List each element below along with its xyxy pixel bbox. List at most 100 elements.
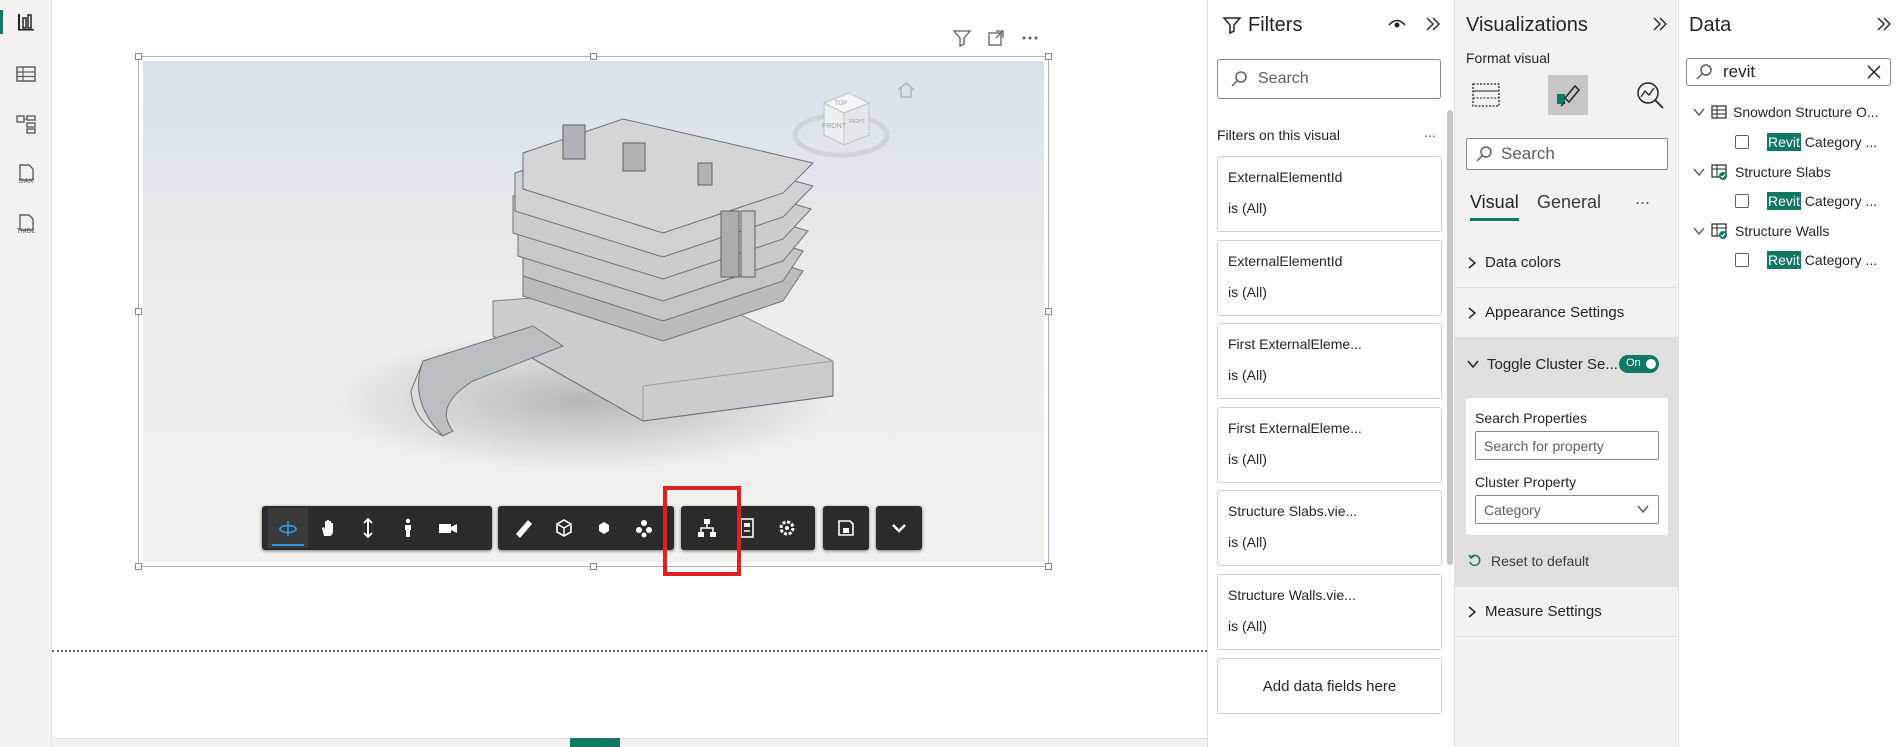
filter-card-name: First ExternalEleme... (1228, 336, 1362, 352)
field-checkbox[interactable] (1735, 194, 1749, 208)
dax-query-view-icon[interactable]: DAX (12, 160, 40, 188)
viewcube-top[interactable]: TOP (835, 101, 847, 107)
viz-more-button[interactable]: ... (1635, 188, 1650, 209)
resize-handle[interactable] (590, 53, 597, 60)
filters-search-placeholder: Search (1258, 70, 1309, 87)
section-data-colors[interactable]: Data colors (1455, 238, 1679, 288)
cluster-icon[interactable] (624, 508, 664, 548)
filter-card-name: ExternalElementId (1228, 169, 1343, 185)
focus-mode-icon[interactable] (986, 28, 1006, 48)
field-highlight: Revit (1767, 251, 1801, 269)
filters-scrollbar[interactable] (1447, 110, 1453, 565)
tmdl-label: TMDL (16, 228, 36, 235)
report-canvas[interactable]: TOP FRONT RIGHT (52, 0, 1207, 747)
filter-icon[interactable] (952, 28, 972, 48)
building-model[interactable] (143, 61, 1044, 562)
report-view-icon[interactable] (0, 8, 40, 36)
filter-card[interactable]: First ExternalEleme... is (All) (1217, 323, 1442, 399)
orbit-icon[interactable] (268, 508, 308, 548)
resize-handle[interactable] (1045, 308, 1052, 315)
resize-handle[interactable] (135, 308, 142, 315)
viz-search-input[interactable]: Search (1466, 138, 1668, 170)
field-row[interactable]: Revit Category ... (1735, 133, 1877, 151)
field-row[interactable]: Revit Category ... (1735, 251, 1877, 269)
table-node[interactable]: Snowdon Structure O... (1693, 104, 1879, 120)
filter-card[interactable]: Structure Walls.vie... is (All) (1217, 574, 1442, 650)
3d-viewer-visual[interactable]: TOP FRONT RIGHT (135, 53, 1052, 570)
section-measure-settings[interactable]: Measure Settings (1455, 587, 1679, 637)
data-search-input[interactable]: revit (1686, 58, 1891, 86)
collapse-data-icon[interactable] (1875, 16, 1893, 32)
visual-header (952, 28, 1040, 48)
viewer-toolbar (139, 506, 1048, 606)
table-view-icon[interactable] (12, 60, 40, 88)
viewcube[interactable]: TOP FRONT RIGHT (779, 73, 889, 163)
cluster-toggle-switch[interactable]: On (1619, 355, 1659, 373)
filter-card-name: Structure Walls.vie... (1228, 587, 1356, 603)
section-appearance-settings[interactable]: Appearance Settings (1455, 288, 1679, 338)
chevron-right-icon (1468, 256, 1477, 269)
home-view-icon[interactable] (895, 79, 917, 101)
chevron-right-icon (1468, 605, 1477, 618)
format-visual-tab[interactable] (1548, 75, 1588, 115)
collapse-filters-icon[interactable] (1424, 16, 1442, 32)
build-visual-tab[interactable] (1466, 75, 1506, 115)
field-checkbox[interactable] (1735, 253, 1749, 267)
section-label: Data colors (1485, 254, 1561, 271)
filter-card[interactable]: ExternalElementId is (All) (1217, 240, 1442, 316)
tab-general[interactable]: General (1537, 192, 1601, 213)
viz-search-placeholder: Search (1501, 144, 1555, 163)
field-label: Revit Category ... (1767, 192, 1877, 210)
active-page-tab[interactable] (570, 738, 620, 747)
cluster-property-dropdown[interactable]: Category (1475, 495, 1659, 524)
more-options-icon[interactable] (1020, 28, 1040, 48)
pan-icon[interactable] (308, 508, 348, 548)
3d-scene[interactable]: TOP FRONT RIGHT (143, 61, 1044, 562)
resize-handle[interactable] (1045, 53, 1052, 60)
table-name: Structure Slabs (1735, 164, 1831, 180)
camera-icon[interactable] (428, 508, 468, 548)
search-property-input[interactable]: Search for property (1475, 431, 1659, 460)
field-checkbox[interactable] (1735, 135, 1749, 149)
filter-card-value: is (All) (1228, 284, 1267, 300)
filter-card-value: is (All) (1228, 451, 1267, 467)
model-view-icon[interactable] (12, 110, 40, 138)
section-toggle-cluster[interactable]: Toggle Cluster Se... On (1455, 338, 1679, 390)
table-node[interactable]: Structure Slabs (1693, 163, 1831, 181)
table-used-icon (1711, 164, 1727, 180)
visualizations-pane: Visualizations Format visual Search Visu… (1454, 0, 1679, 747)
filter-card-value: is (All) (1228, 367, 1267, 383)
resize-handle[interactable] (135, 53, 142, 60)
settings-icon[interactable] (767, 508, 807, 548)
add-data-fields-drop-zone[interactable]: Add data fields here (1217, 658, 1442, 714)
viewcube-front[interactable]: FRONT (822, 123, 847, 130)
filter-card[interactable]: First ExternalEleme... is (All) (1217, 407, 1442, 483)
tmdl-view-icon[interactable]: TMDL (12, 210, 40, 238)
explode-icon[interactable] (584, 508, 624, 548)
table-node[interactable]: Structure Walls (1693, 222, 1829, 240)
navigation-tools (262, 506, 492, 550)
chevron-down-icon[interactable] (882, 508, 916, 548)
reset-to-default-button[interactable]: Reset to default (1467, 553, 1589, 569)
tab-visual[interactable]: Visual (1470, 192, 1519, 221)
measure-icon[interactable] (504, 508, 544, 548)
left-rail: DAX TMDL (0, 0, 52, 747)
field-row[interactable]: Revit Category ... (1735, 192, 1877, 210)
first-person-icon[interactable] (388, 508, 428, 548)
filters-more-button[interactable]: ... (1424, 124, 1436, 140)
zoom-icon[interactable] (348, 508, 388, 548)
chevron-down-icon (1467, 360, 1479, 369)
table-name: Snowdon Structure O... (1733, 104, 1879, 120)
close-icon[interactable] (1865, 63, 1883, 81)
expand-tools (876, 506, 922, 550)
analytics-tab[interactable] (1630, 75, 1670, 115)
section-icon[interactable] (544, 508, 584, 548)
save-icon[interactable] (829, 508, 863, 548)
filter-card[interactable]: ExternalElementId is (All) (1217, 156, 1442, 232)
save-tools (823, 506, 869, 550)
collapse-visualizations-icon[interactable] (1651, 16, 1669, 32)
filter-card[interactable]: Structure Slabs.vie... is (All) (1217, 490, 1442, 566)
viewcube-right[interactable]: RIGHT (849, 119, 865, 125)
eye-icon[interactable] (1388, 16, 1406, 32)
filters-search-input[interactable]: Search (1217, 59, 1441, 99)
